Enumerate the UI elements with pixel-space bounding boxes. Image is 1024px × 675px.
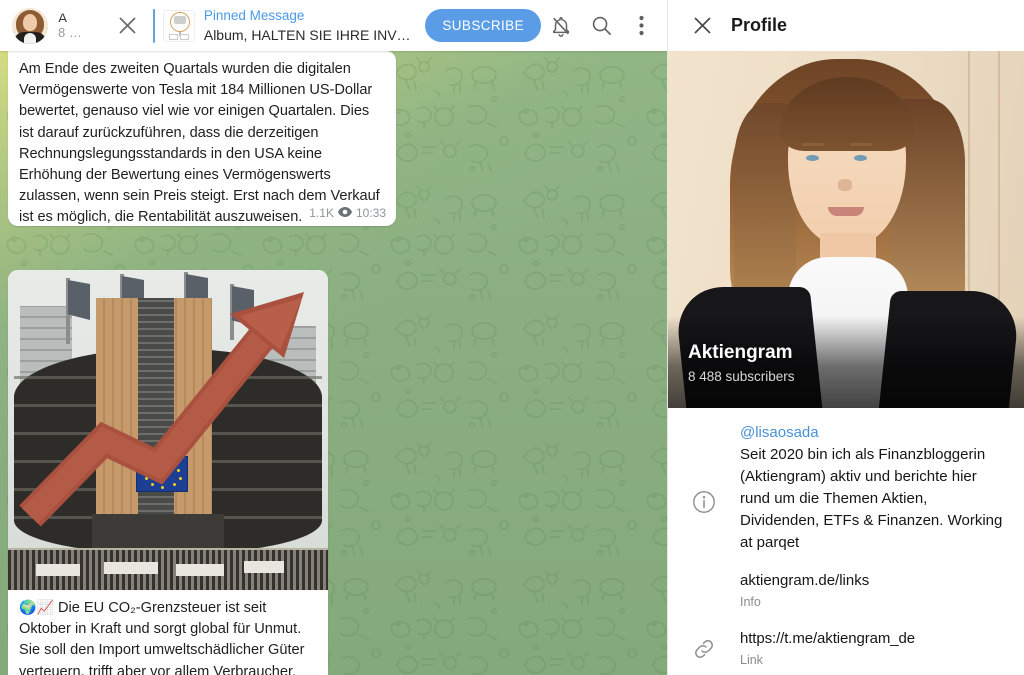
search-button[interactable] xyxy=(581,6,621,46)
mute-button[interactable] xyxy=(541,6,581,46)
profile-subscribers: 8 488 subscribers xyxy=(688,369,795,384)
info-icon-wrap xyxy=(668,422,740,514)
chat-header: A 8 … Pinned Message Album, HALTEN SIE I… xyxy=(0,0,667,51)
telegram-window: Am Ende des zweiten Quartals wurden die … xyxy=(0,0,1024,675)
view-count: 1.1K xyxy=(309,206,334,220)
photo-caption: 🌍📈 Die EU CO₂-Grenzsteuer ist seit Oktob… xyxy=(8,590,328,675)
profile-info-list: @lisaosada Seit 2020 bin ich als Finanzb… xyxy=(668,408,1024,675)
profile-bio: Seit 2020 bin ich als Finanzbloggerin (A… xyxy=(740,446,1003,551)
close-profile-button[interactable] xyxy=(682,6,722,46)
eye-icon xyxy=(337,206,352,220)
telegram-link-content: https://t.me/aktiengram_de Link xyxy=(740,628,1008,670)
profile-panel: Profile Aktiengram 8 488 subscribers @li… xyxy=(667,0,1024,675)
pinned-thumbnail[interactable] xyxy=(162,9,195,42)
pinned-message[interactable]: Pinned Message Album, HALTEN SIE IHRE IN… xyxy=(204,6,416,46)
profile-photo[interactable]: Aktiengram 8 488 subscribers xyxy=(668,51,1024,408)
more-vertical-icon xyxy=(638,15,644,36)
channel-avatar[interactable] xyxy=(12,7,48,44)
chat-column: Am Ende des zweiten Quartals wurden die … xyxy=(0,0,667,675)
close-icon xyxy=(693,17,711,34)
chat-title: A xyxy=(58,10,68,22)
close-icon xyxy=(119,17,137,34)
profile-info-value[interactable]: aktiengram.de/links xyxy=(740,570,1008,592)
profile-row-info-link[interactable]: aktiengram.de/links Info xyxy=(668,562,1024,620)
profile-link-value[interactable]: https://t.me/aktiengram_de xyxy=(740,628,1008,650)
subscribe-button[interactable]: SUBSCRIBE xyxy=(425,9,541,42)
bio-content: @lisaosada Seit 2020 bin ich als Finanzb… xyxy=(740,422,1008,554)
profile-title: Profile xyxy=(731,15,788,35)
message-meta: 1.1K 10:33 xyxy=(309,206,386,220)
photo-caption-text: Die EU CO₂-Grenzsteuer ist seit Oktober … xyxy=(19,600,305,675)
bell-muted-icon xyxy=(552,16,570,37)
pinned-label: Pinned Message xyxy=(203,7,305,23)
info-link-content: aktiengram.de/links Info xyxy=(740,570,1008,612)
profile-info-label: Info xyxy=(740,595,761,609)
info-icon xyxy=(693,491,715,513)
pinned-preview: Album, HALTEN SIE IHRE INVE… xyxy=(203,27,416,44)
message-bubble-photo[interactable]: 🌍📈 Die EU CO₂-Grenzsteuer ist seit Oktob… xyxy=(8,270,328,675)
chat-subtitle: 8 … xyxy=(58,24,82,40)
link-icon xyxy=(695,640,713,658)
header-actions xyxy=(541,6,667,46)
profile-username[interactable]: @lisaosada xyxy=(740,422,1008,444)
more-options-button[interactable] xyxy=(621,6,661,46)
globe-emoji-icon: 🌍 xyxy=(19,599,37,615)
link-icon-wrap xyxy=(668,637,740,661)
message-list[interactable]: Am Ende des zweiten Quartals wurden die … xyxy=(0,51,667,675)
profile-row-bio[interactable]: @lisaosada Seit 2020 bin ich als Finanzb… xyxy=(668,414,1024,562)
pinned-accent-bar xyxy=(152,8,155,43)
profile-name: Aktiengram xyxy=(688,342,793,363)
info-row-icon-spacer xyxy=(668,570,740,572)
profile-header: Profile xyxy=(668,0,1024,51)
message-time: 10:33 xyxy=(355,206,386,220)
profile-row-telegram-link[interactable]: https://t.me/aktiengram_de Link xyxy=(668,620,1024,675)
message-photo[interactable] xyxy=(8,270,328,590)
close-chat-button[interactable] xyxy=(109,6,147,46)
chat-title-block[interactable]: A 8 … xyxy=(58,11,107,40)
message-text: Am Ende des zweiten Quartals wurden die … xyxy=(19,61,380,226)
search-icon xyxy=(592,16,611,35)
chart-up-emoji-icon: 📈 xyxy=(36,599,54,615)
profile-link-label: Link xyxy=(740,653,763,667)
message-bubble-text[interactable]: Am Ende des zweiten Quartals wurden die … xyxy=(8,51,396,226)
rising-arrow-icon xyxy=(19,292,304,527)
